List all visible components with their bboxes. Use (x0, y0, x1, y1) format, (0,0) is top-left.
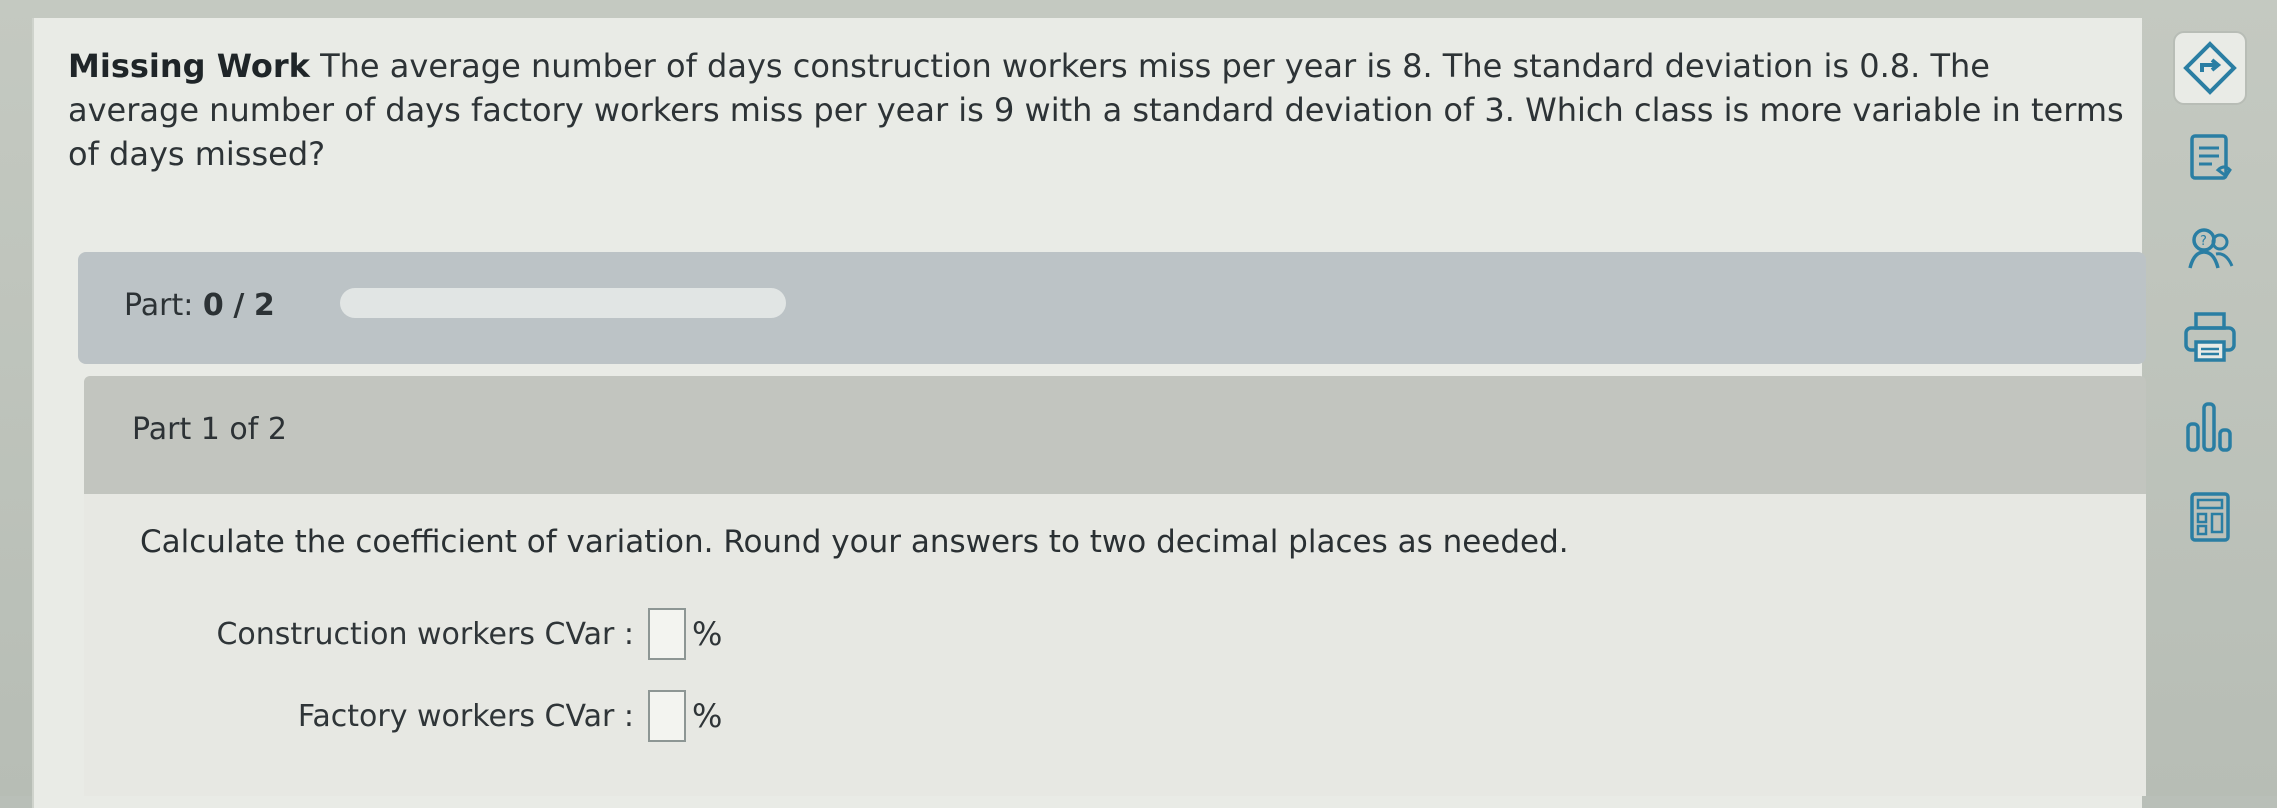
factory-cvar-row: Factory workers CVar : % (124, 688, 722, 744)
factory-cvar-unit: % (692, 697, 723, 735)
factory-cvar-input[interactable] (648, 690, 686, 742)
calculator-icon[interactable] (2172, 480, 2248, 556)
print-icon[interactable] (2172, 300, 2248, 376)
question-title: Missing Work (68, 47, 310, 85)
people-help-icon[interactable]: ? (2172, 210, 2248, 286)
part-progress-bar: Part: 0 / 2 (78, 252, 2146, 364)
screen: Missing Work The average number of days … (0, 0, 2277, 808)
instruction-text: Calculate the coefficient of variation. … (140, 524, 1569, 560)
part-header-label: Part 1 of 2 (132, 412, 287, 447)
part-total: 2 (253, 288, 275, 323)
side-toolbar: ? (2160, 22, 2260, 582)
question-body: The average number of days construction … (68, 47, 2124, 173)
construction-cvar-label: Construction workers CVar : (216, 616, 634, 652)
diamond-arrow-icon[interactable] (2172, 30, 2248, 106)
chart-icon[interactable] (2172, 390, 2248, 466)
part-separator: / (233, 288, 245, 323)
construction-cvar-unit: % (692, 615, 723, 653)
factory-cvar-label: Factory workers CVar : (297, 698, 634, 734)
svg-text:?: ? (2200, 234, 2207, 249)
notes-icon[interactable] (2172, 120, 2248, 196)
construction-cvar-input[interactable] (648, 608, 686, 660)
part-body: Calculate the coefficient of variation. … (84, 494, 2146, 796)
construction-cvar-row: Construction workers CVar : % (124, 606, 722, 662)
part-current: 0 (202, 288, 224, 323)
progress-track (340, 288, 786, 318)
part-header: Part 1 of 2 (84, 376, 2146, 494)
part-counter: Part: 0 / 2 (124, 288, 275, 323)
part-counter-label: Part: (124, 288, 194, 323)
question-text-block: Missing Work The average number of days … (68, 44, 2128, 176)
